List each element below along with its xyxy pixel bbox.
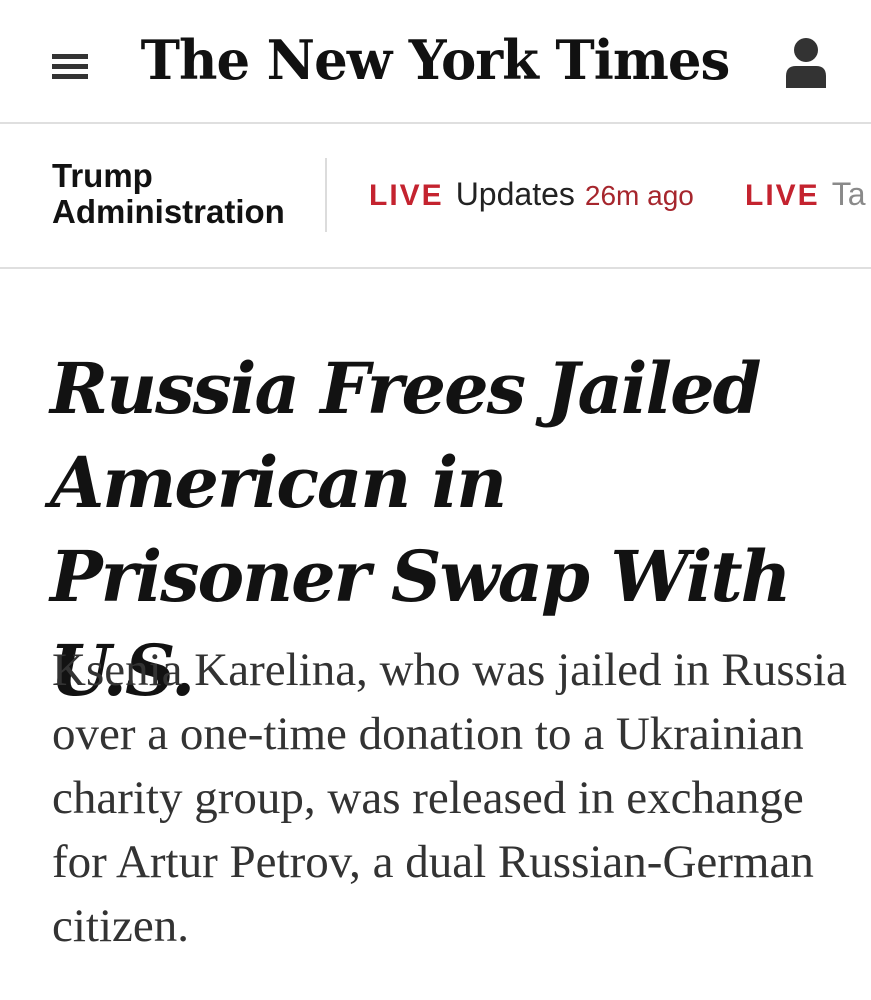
article-summary: Ksenia Karelina, who was jailed in Russi… [52,644,847,952]
live-badge: LIVE [369,179,444,212]
section-label[interactable]: Trump Administration [52,158,312,230]
menu-bar [52,54,88,59]
masthead: The New York Times [0,0,871,124]
live-updates-link[interactable]: LIVE Updates 26m ago [369,174,694,216]
person-account-icon[interactable] [784,36,828,90]
menu-bar [52,74,88,79]
nyt-logo[interactable]: The New York Times [141,20,731,100]
person-account-icon-graphic [786,38,826,88]
live-timestamp: 26m ago [584,180,694,211]
hamburger-menu-icon[interactable] [52,52,88,80]
section-subnav: Trump Administration LIVE Updates 26m ago … [0,124,871,269]
live-link-text: Ta [831,176,866,212]
subnav-divider [325,158,327,232]
menu-bar [52,64,88,69]
live-link-truncated[interactable]: LIVE Ta [745,174,871,216]
live-link-text: Updates [455,176,575,212]
live-badge: LIVE [745,179,820,212]
